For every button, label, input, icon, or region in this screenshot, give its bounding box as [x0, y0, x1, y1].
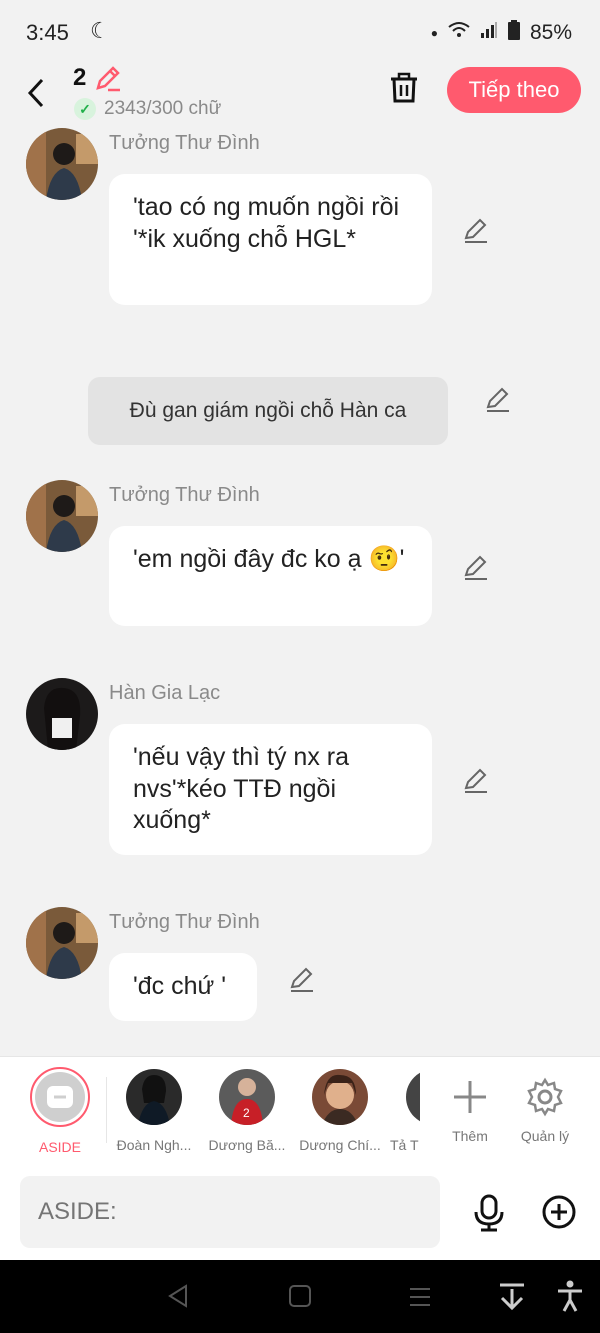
message-bubble[interactable]: 'nếu vậy thì tý nx ra nvs'*kéo TTĐ ngồi … [109, 724, 432, 855]
avatar[interactable] [26, 907, 98, 979]
avatar[interactable] [26, 128, 98, 200]
word-count: ✓ 2343/300 chữ [74, 98, 221, 120]
edit-icon[interactable] [289, 967, 315, 998]
status-time: 3:45 [26, 20, 69, 45]
message-input[interactable] [20, 1176, 440, 1248]
aside-avatar [30, 1067, 90, 1127]
character-label: Dương Bă... [208, 1137, 286, 1153]
message-bubble[interactable]: 'em ngồi đây đc ko ạ 🤨' [109, 526, 432, 626]
chat-bubble-icon [47, 1086, 73, 1108]
plus-icon [454, 1081, 486, 1113]
sender-name: Tưởng Thư Đình [109, 132, 260, 154]
chevron-left-icon [27, 78, 44, 108]
manage-button[interactable]: Quản lý [500, 1067, 590, 1144]
battery-icon [507, 20, 520, 46]
trash-icon[interactable] [388, 72, 420, 109]
chat-area[interactable]: Tưởng Thư Đình 'tao có ng muốn ngồi rồi … [0, 128, 600, 1056]
sender-name: Tưởng Thư Đình [109, 484, 260, 506]
back-button[interactable] [22, 72, 52, 112]
character-item[interactable]: 2 Dương Bă... [202, 1067, 292, 1153]
editor-header: 2 ✓ 2343/300 chữ Tiếp theo [0, 62, 600, 128]
pencil-icon[interactable] [94, 64, 122, 97]
draft-number: 2 [73, 64, 87, 91]
svg-text:2: 2 [243, 1106, 250, 1120]
character-item[interactable]: Tả T [390, 1067, 420, 1153]
avatar: 2 [219, 1069, 275, 1125]
wifi-icon [448, 21, 470, 45]
next-button[interactable]: Tiếp theo [447, 67, 581, 113]
word-count-text: 2343/300 chữ [104, 98, 222, 119]
microphone-icon[interactable] [472, 1194, 506, 1237]
accessibility-icon[interactable] [556, 1280, 584, 1317]
character-item[interactable]: Dương Chí... [295, 1067, 385, 1153]
character-bar: ASIDE Đoàn Ngh... 2 Dương Bă... Dương Ch… [0, 1056, 600, 1165]
message-bubble[interactable]: 'tao có ng muốn ngồi rồi '*ik xuống chỗ … [109, 174, 432, 305]
nav-menu-icon[interactable] [408, 1286, 432, 1313]
check-icon: ✓ [74, 98, 96, 120]
signal-icon [480, 21, 498, 45]
status-bar: 3:45 ☾ ● 85% [0, 0, 600, 62]
input-row [0, 1164, 600, 1260]
sender-name: Tưởng Thư Đình [109, 911, 260, 933]
battery-level: 85% [529, 21, 572, 44]
message-bubble[interactable]: 'đc chứ ' [109, 953, 257, 1021]
character-label: ASIDE [38, 1139, 81, 1155]
gear-icon [527, 1077, 563, 1117]
edit-icon[interactable] [463, 555, 489, 586]
moon-icon: ☾ [90, 18, 110, 43]
character-label: Đoàn Ngh... [116, 1137, 192, 1153]
aside-bubble[interactable]: Đù gan giám ngồi chỗ Hàn ca [88, 377, 448, 445]
manage-label: Quản lý [520, 1128, 570, 1144]
edit-icon[interactable] [485, 387, 511, 418]
nav-back-icon[interactable] [166, 1284, 190, 1313]
nav-home-icon[interactable] [288, 1284, 312, 1313]
avatar[interactable] [26, 678, 98, 750]
dot-icon: ● [430, 26, 438, 40]
character-label: Dương Chí... [299, 1137, 381, 1153]
edit-icon[interactable] [463, 768, 489, 799]
add-circle-icon[interactable] [541, 1194, 577, 1235]
avatar [126, 1069, 182, 1125]
character-aside[interactable]: ASIDE [15, 1067, 105, 1155]
avatar[interactable] [26, 480, 98, 552]
status-icons: ● 85% [431, 20, 572, 46]
avatar [406, 1069, 420, 1125]
system-nav-bar [0, 1260, 600, 1333]
nav-hide-icon[interactable] [498, 1282, 526, 1317]
sender-name: Hàn Gia Lạc [109, 682, 221, 704]
character-label: Tả T [390, 1137, 419, 1153]
avatar [312, 1069, 368, 1125]
character-item[interactable]: Đoàn Ngh... [109, 1067, 199, 1153]
divider [106, 1077, 107, 1143]
edit-icon[interactable] [463, 218, 489, 249]
